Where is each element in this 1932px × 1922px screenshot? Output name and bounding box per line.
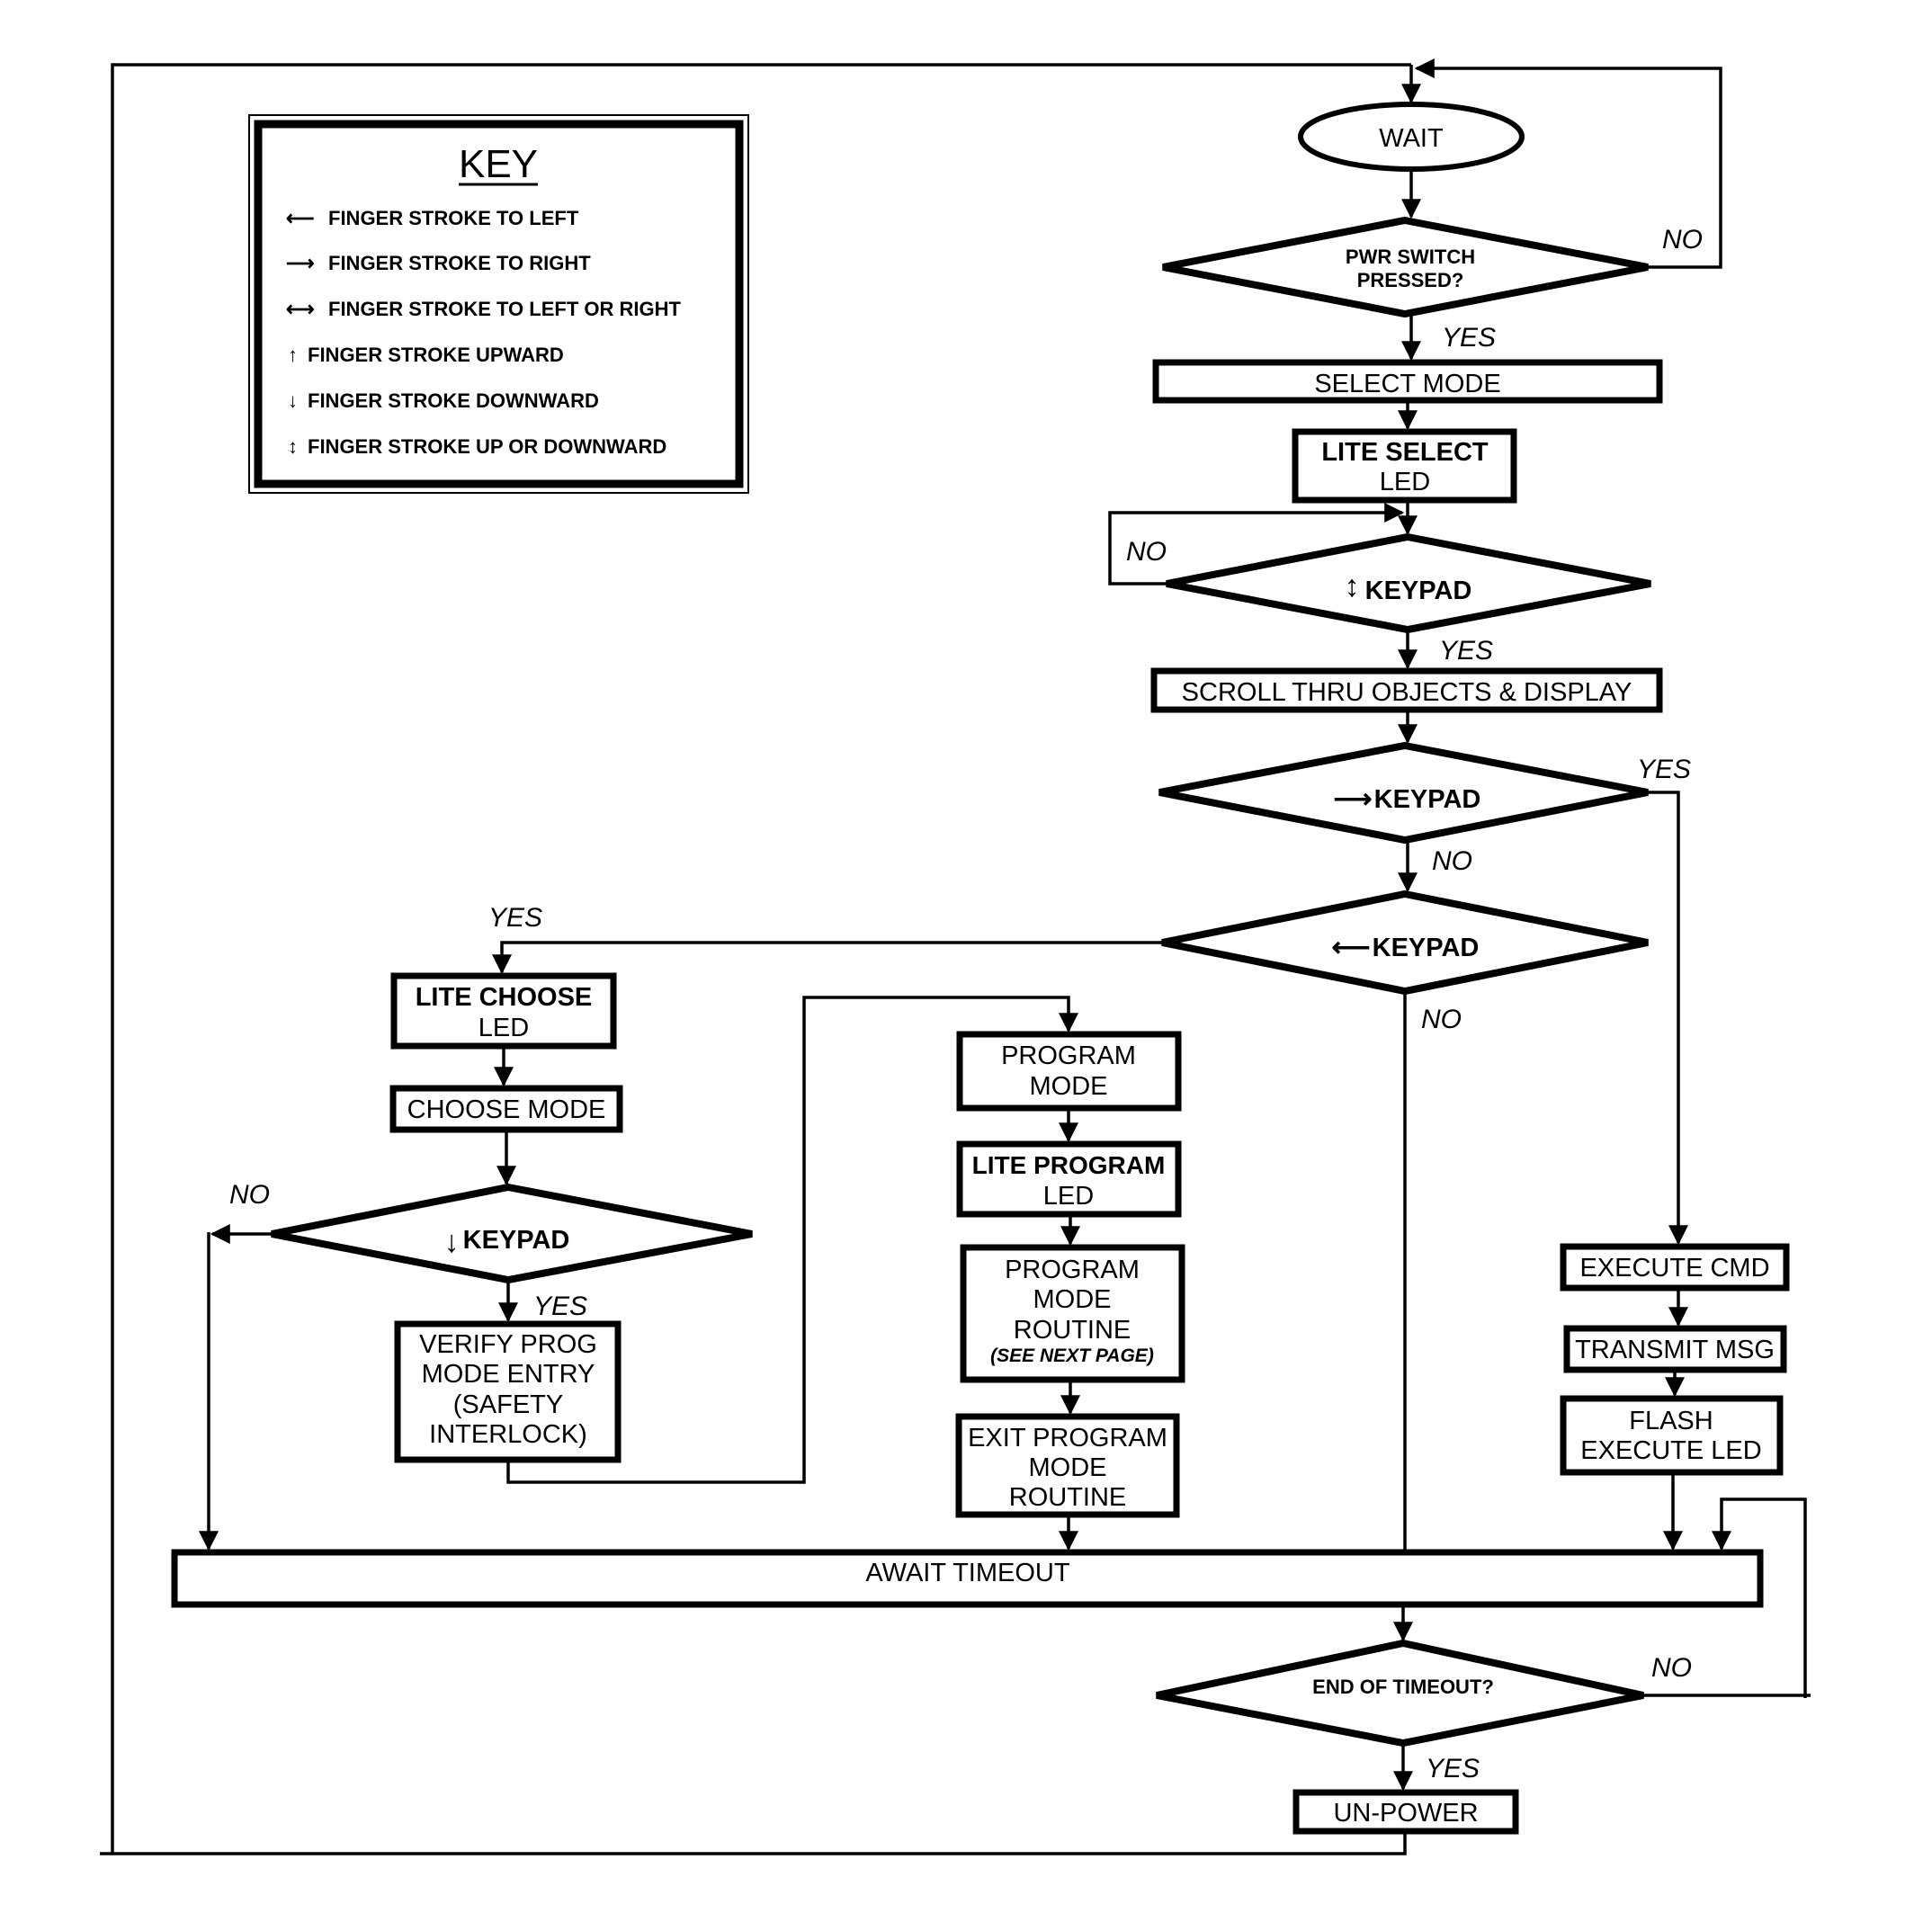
flowchart: KEY ⟵ FINGER STROKE TO LEFT ⟶ FINGER STR… [100, 58, 1811, 1855]
node-transmit-msg: TRANSMIT MSG [1563, 1325, 1787, 1373]
node-wait: WAIT [1298, 102, 1525, 172]
arrow-left-icon: ⟵ [1331, 933, 1370, 962]
node-label: PWR SWITCH [1346, 246, 1475, 268]
node-label: LED [1380, 468, 1430, 496]
edge-label-pwr-yes: YES [1442, 323, 1496, 353]
node-scroll: SCROLL THRU OBJECTS & DISPLAY [1150, 667, 1663, 713]
key-item-up: ↑ FINGER STROKE UPWARD [288, 344, 564, 366]
node-note: (SEE NEXT PAGE) [990, 1345, 1154, 1366]
node-label: LITE SELECT [1321, 438, 1489, 467]
node-exit-program: EXIT PROGRAM MODE ROUTINE [955, 1413, 1180, 1518]
key-item-right: ⟶ FINGER STROKE TO RIGHT [286, 252, 591, 274]
node-label: ROUTINE [1014, 1316, 1131, 1345]
node-label: PROGRAM [1005, 1256, 1140, 1284]
node-label: WAIT [1379, 124, 1444, 153]
node-select-mode: SELECT MODE [1152, 359, 1663, 404]
node-label: MODE [1033, 1285, 1112, 1314]
key-item-left: ⟵ FINGER STROKE TO LEFT [286, 207, 579, 229]
node-label: SELECT MODE [1314, 370, 1500, 398]
key-item-label: FINGER STROKE DOWNWARD [308, 389, 599, 412]
node-label: MODE [1029, 1453, 1107, 1482]
node-lite-program-led: LITE PROGRAM LED [956, 1140, 1182, 1218]
key-item-label: FINGER STROKE UPWARD [308, 344, 564, 366]
node-label: EXECUTE LED [1580, 1436, 1761, 1465]
node-label: VERIFY PROG [419, 1330, 597, 1359]
node-label: UN-POWER [1333, 1799, 1478, 1828]
arrow-up-down-icon: ↕ [288, 435, 298, 458]
edge-label-left-no: NO [1421, 1005, 1462, 1034]
node-flash-execute-led: FLASH EXECUTE LED [1560, 1395, 1784, 1476]
key-item-down: ↓ FINGER STROKE DOWNWARD [288, 389, 599, 412]
node-program-routine: PROGRAM MODE ROUTINE (SEE NEXT PAGE) [960, 1244, 1185, 1383]
node-label: CHOOSE MODE [407, 1095, 606, 1124]
key-title: KEY [459, 142, 538, 186]
arrow-down-icon: ↓ [444, 1225, 460, 1259]
key-item-up-down: ↕ FINGER STROKE UP OR DOWNWARD [288, 435, 666, 458]
node-program-mode: PROGRAM MODE [956, 1031, 1182, 1112]
arrow-up-down-icon: ↕ [1345, 569, 1360, 603]
node-label: EXECUTE CMD [1579, 1254, 1769, 1283]
node-label: LED [1043, 1182, 1094, 1211]
edge-label-right-yes: YES [1637, 755, 1691, 784]
node-execute-cmd: EXECUTE CMD [1560, 1243, 1790, 1292]
connector-right-yes [1648, 791, 1688, 1246]
edge-label-updown-yes: YES [1439, 636, 1493, 666]
node-label: (SAFETY [453, 1390, 563, 1419]
arrow-down-icon: ↓ [288, 389, 298, 412]
arrow-left-icon: ⟵ [286, 207, 315, 229]
arrow-up-icon: ↑ [288, 344, 298, 366]
edge-label-updown-no: NO [1126, 537, 1167, 567]
node-label: AWAIT TIMEOUT [865, 1559, 1069, 1587]
node-label: MODE [1030, 1072, 1108, 1101]
decision-down-keypad: ↓ KEYPAD [271, 1183, 753, 1284]
decision-left-keypad: ⟵ KEYPAD [1161, 889, 1649, 996]
node-label: FLASH [1629, 1407, 1713, 1435]
edge-label-pwr-no: NO [1662, 225, 1703, 255]
edge-label-timeout-no: NO [1651, 1653, 1692, 1683]
key-item-label: FINGER STROKE TO LEFT [328, 207, 579, 229]
edge-label-down-no: NO [229, 1180, 270, 1210]
key-item-left-right: ⟷ FINGER STROKE TO LEFT OR RIGHT [286, 298, 681, 320]
node-label: ROUTINE [1009, 1483, 1127, 1512]
decision-updown-keypad: ↕ KEYPAD [1166, 532, 1651, 634]
arrow-left-right-icon: ⟷ [286, 298, 315, 320]
decision-pwr-switch: PWR SWITCH PRESSED? [1162, 216, 1649, 318]
decision-right-keypad: ⟶ KEYPAD [1158, 741, 1649, 845]
edge-label-left-yes: YES [488, 903, 542, 933]
node-label: INTERLOCK) [429, 1420, 587, 1449]
node-label: KEYPAD [1374, 785, 1481, 814]
connector-unpower-return [100, 1831, 1407, 1855]
node-lite-select-led: LITE SELECT LED [1292, 428, 1517, 504]
node-label: TRANSMIT MSG [1575, 1336, 1775, 1364]
node-label: MODE ENTRY [422, 1360, 595, 1389]
key-legend: KEY ⟵ FINGER STROKE TO LEFT ⟶ FINGER STR… [248, 114, 749, 494]
node-label: LITE CHOOSE [416, 983, 593, 1012]
connector-left-yes [492, 941, 1162, 975]
node-label: LED [479, 1014, 529, 1042]
node-label: PRESSED? [1357, 269, 1464, 291]
arrow-right-icon: ⟶ [286, 252, 315, 274]
decision-end-of-timeout: END OF TIMEOUT? [1156, 1639, 1644, 1748]
node-un-power: UN-POWER [1292, 1789, 1519, 1835]
node-choose-mode: CHOOSE MODE [389, 1085, 623, 1133]
node-verify: VERIFY PROG MODE ENTRY (SAFETY INTERLOCK… [394, 1320, 622, 1463]
edge-label-down-yes: YES [533, 1292, 587, 1321]
node-label: SCROLL THRU OBJECTS & DISPLAY [1182, 678, 1632, 707]
node-label: KEYPAD [1373, 934, 1480, 962]
node-label: EXIT PROGRAM [968, 1424, 1167, 1453]
node-await-timeout: AWAIT TIMEOUT [171, 1549, 1764, 1608]
node-label: END OF TIMEOUT? [1312, 1676, 1494, 1698]
node-label: PROGRAM [1001, 1041, 1136, 1070]
key-item-label: FINGER STROKE UP OR DOWNWARD [308, 435, 666, 458]
key-item-label: FINGER STROKE TO RIGHT [328, 252, 591, 274]
arrow-right-icon: ⟶ [1333, 784, 1372, 814]
node-label: KEYPAD [1365, 577, 1472, 605]
edge-label-right-no: NO [1432, 846, 1472, 876]
edge-label-timeout-yes: YES [1426, 1754, 1480, 1783]
node-label: LITE PROGRAM [972, 1151, 1166, 1179]
node-label: KEYPAD [463, 1226, 570, 1255]
node-lite-choose-led: LITE CHOOSE LED [390, 972, 617, 1050]
key-item-label: FINGER STROKE TO LEFT OR RIGHT [328, 298, 681, 320]
